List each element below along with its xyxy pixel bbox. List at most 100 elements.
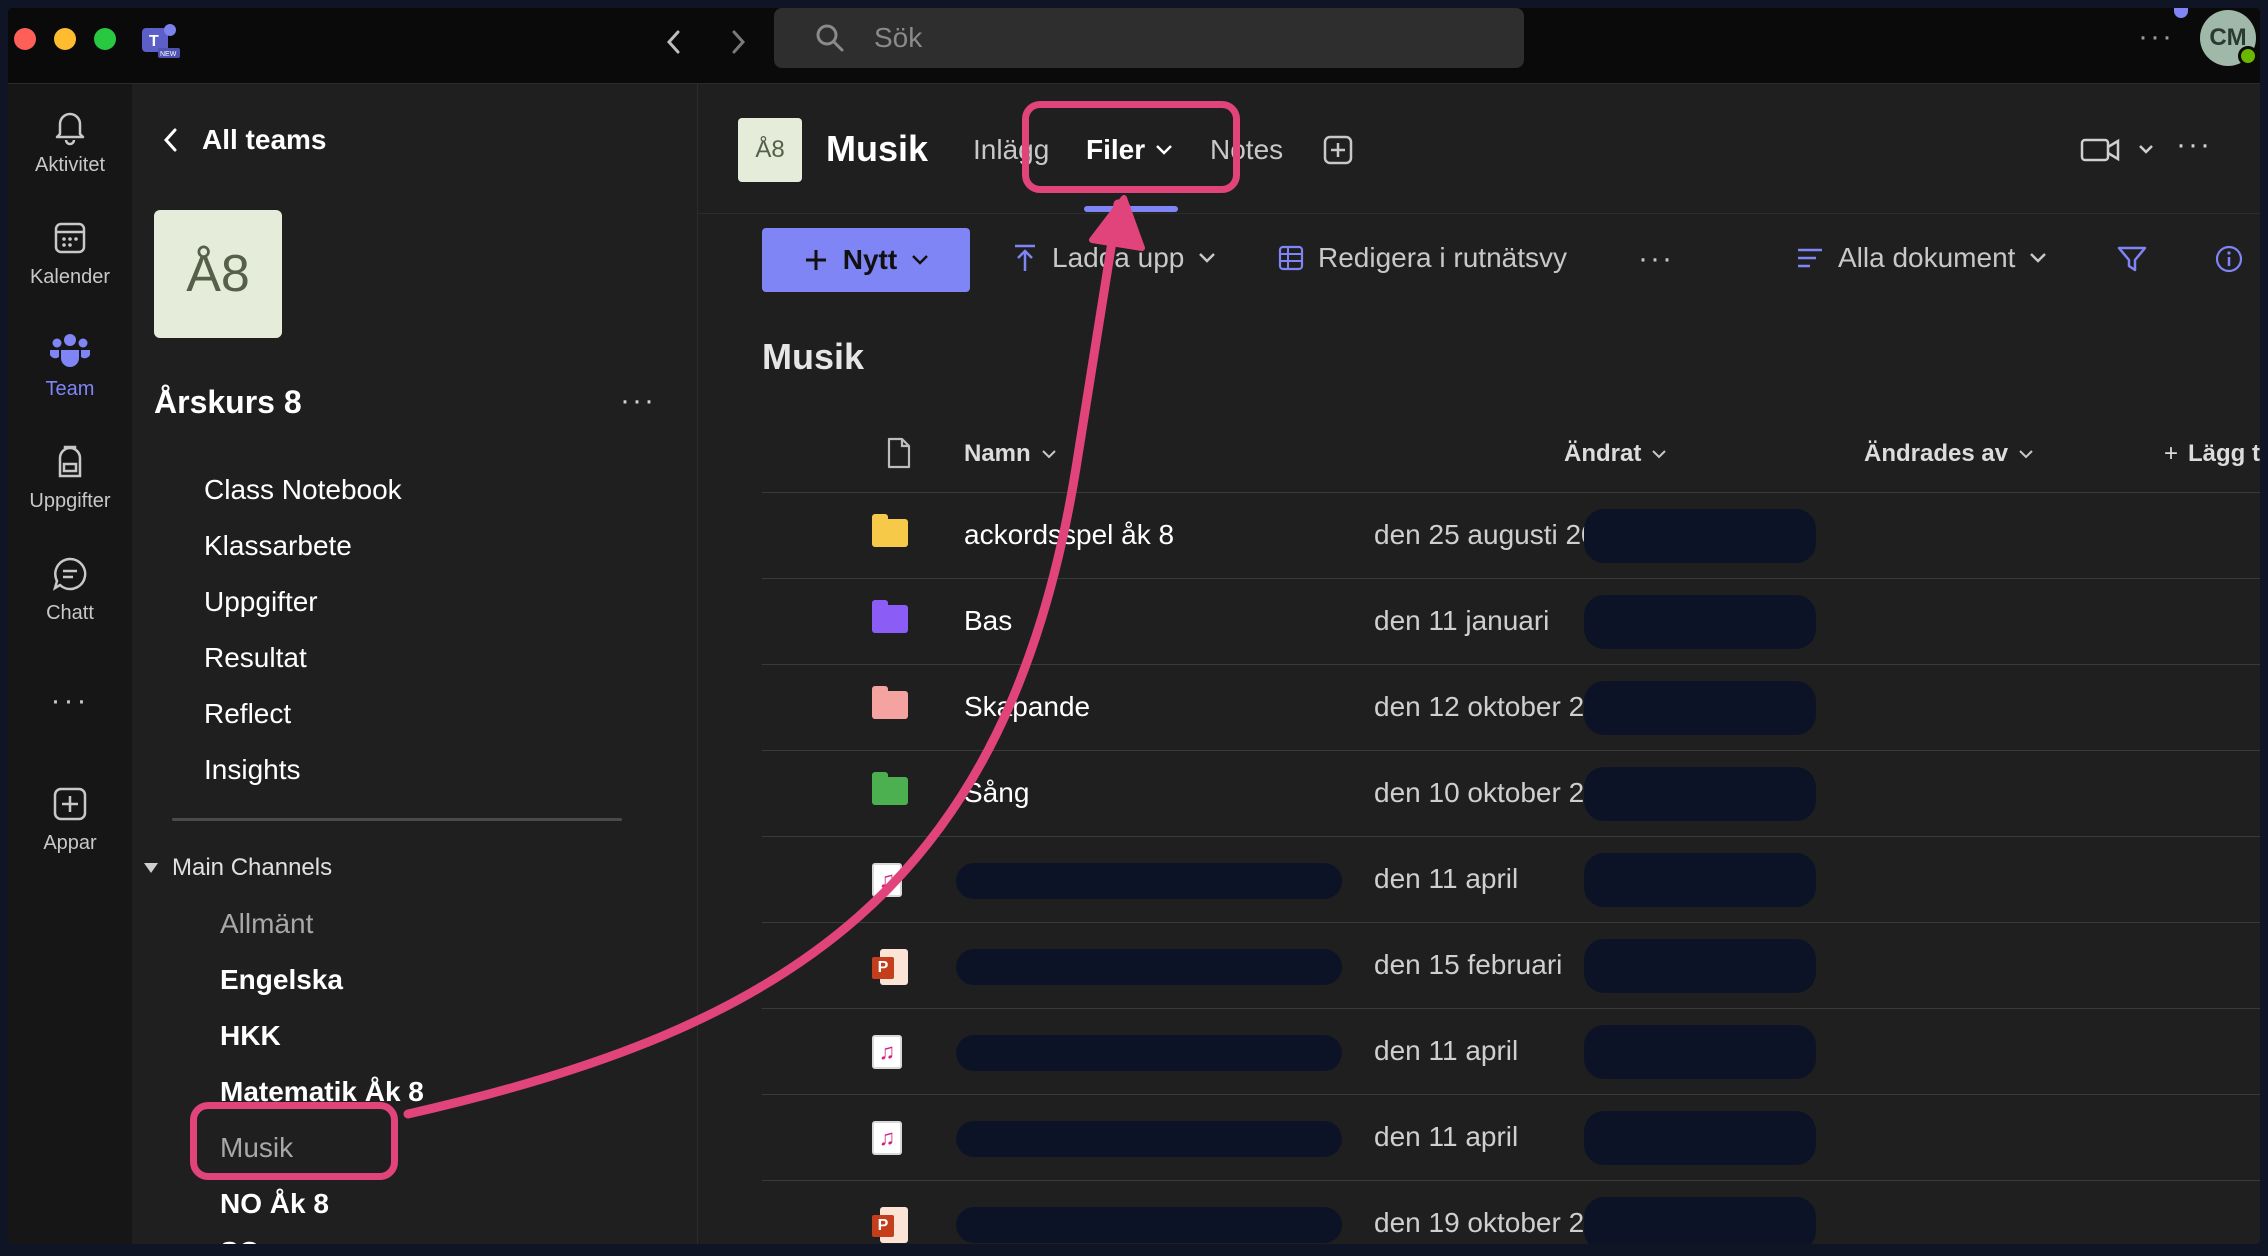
view-selector[interactable]: Alla dokument xyxy=(1796,242,2047,274)
grid-edit-label: Redigera i rutnätsvy xyxy=(1318,242,1568,273)
table-row[interactable]: Sång den 10 oktober 20... xyxy=(762,750,2260,836)
chevron-left-icon xyxy=(163,128,177,152)
bell-icon xyxy=(55,112,85,146)
team-more-icon[interactable]: ··· xyxy=(620,384,656,418)
tab-filer[interactable]: Filer xyxy=(1086,134,1173,166)
channel-hkk[interactable]: HKK xyxy=(220,1020,281,1052)
channels-section-header[interactable]: Main Channels xyxy=(144,854,332,882)
channel-matematik[interactable]: Matematik Åk 8 xyxy=(220,1076,424,1108)
table-row[interactable]: ♫ den 11 april xyxy=(762,1094,2260,1180)
chevron-down-icon xyxy=(2030,253,2047,263)
title-bar: T NEW Sök ··· CM xyxy=(8,8,2260,84)
table-row[interactable]: Pden 15 februari xyxy=(762,922,2260,1008)
redacted-file-name xyxy=(956,1207,1342,1243)
tab-inlagg[interactable]: Inlägg xyxy=(973,134,1049,166)
folder-icon xyxy=(872,686,908,719)
channel-musik[interactable]: Musik xyxy=(220,1132,293,1164)
forward-arrow-icon[interactable] xyxy=(720,24,756,60)
toolbar-more-icon[interactable]: ··· xyxy=(1638,242,1674,276)
channel-engelska[interactable]: Engelska xyxy=(220,964,343,996)
rail-item-chat[interactable]: Chatt xyxy=(8,554,132,625)
file-name[interactable]: Sång xyxy=(964,777,1029,809)
video-call-icon[interactable] xyxy=(2080,136,2160,164)
back-arrow-icon[interactable] xyxy=(656,24,692,60)
add-column-button[interactable]: + Lägg t xyxy=(2164,440,2260,468)
column-modified-label: Ändrat xyxy=(1564,440,1642,467)
audio-file-icon: ♫ xyxy=(872,1121,902,1155)
rail-item-assignments[interactable]: Uppgifter xyxy=(8,442,132,513)
table-row[interactable]: ♫ den 11 april xyxy=(762,836,2260,922)
search-input[interactable]: Sök xyxy=(774,8,1524,68)
view-selector-label: Alla dokument xyxy=(1838,242,2016,273)
file-type-icon xyxy=(887,437,911,469)
divider xyxy=(172,818,622,821)
redacted-modified-by xyxy=(1584,939,1816,993)
upload-label: Ladda upp xyxy=(1052,242,1185,273)
redacted-modified-by xyxy=(1584,595,1816,649)
channel-allmant[interactable]: Allmänt xyxy=(220,908,313,940)
minimize-window-button[interactable] xyxy=(54,28,76,50)
team-pane: All teams Å8 Årskurs 8 ··· Class Noteboo… xyxy=(132,84,698,1244)
file-name[interactable]: ackordsspel åk 8 xyxy=(964,519,1174,551)
column-header-name[interactable]: Namn xyxy=(964,440,1057,468)
file-name[interactable]: Bas xyxy=(964,605,1012,637)
rail-more-icon[interactable]: ··· xyxy=(8,684,132,718)
table-row[interactable]: ♫ den 11 april xyxy=(762,1008,2260,1094)
tab-filer-label: Filer xyxy=(1086,134,1146,165)
table-row[interactable]: Bas den 11 januari xyxy=(762,578,2260,664)
column-modified-by-label: Ändrades av xyxy=(1864,440,2009,467)
team-tab-uppgifter[interactable]: Uppgifter xyxy=(204,586,318,618)
add-tab-icon[interactable] xyxy=(1322,134,1354,166)
powerpoint-file-icon: P xyxy=(872,949,908,985)
team-tab-resultat[interactable]: Resultat xyxy=(204,642,307,674)
maximize-window-button[interactable] xyxy=(94,28,116,50)
file-name[interactable]: Skapande xyxy=(964,691,1090,723)
column-header-modified[interactable]: Ändrat xyxy=(1564,440,1667,468)
upload-button[interactable]: Ladda upp xyxy=(1012,242,1216,274)
add-column-label: Lägg t xyxy=(2188,440,2260,467)
chevron-down-icon xyxy=(1199,253,1216,263)
redacted-modified-by xyxy=(1584,1197,1816,1244)
rail-item-calendar[interactable]: Kalender xyxy=(8,218,132,289)
redacted-file-name xyxy=(956,1035,1342,1071)
grid-icon xyxy=(1278,245,1304,271)
team-avatar: Å8 xyxy=(154,210,282,338)
chevron-down-icon xyxy=(2019,450,2033,459)
grid-edit-button[interactable]: Redigera i rutnätsvy xyxy=(1278,242,1567,274)
folder-icon xyxy=(872,600,908,633)
calendar-icon xyxy=(54,222,86,254)
table-row[interactable]: Pden 19 oktober 20... xyxy=(762,1180,2260,1244)
chat-icon xyxy=(52,557,87,591)
svg-text:NEW: NEW xyxy=(160,51,177,58)
filter-icon[interactable] xyxy=(2116,244,2148,274)
team-tab-klassarbete[interactable]: Klassarbete xyxy=(204,530,352,562)
header-more-icon[interactable]: ··· xyxy=(2176,128,2212,162)
redacted-file-name xyxy=(956,949,1342,985)
channel-avatar: Å8 xyxy=(738,118,802,182)
channel-no[interactable]: NO Åk 8 xyxy=(220,1188,329,1220)
chevron-down-icon xyxy=(1156,145,1173,155)
caret-down-icon xyxy=(144,863,158,873)
team-tab-insights[interactable]: Insights xyxy=(204,754,301,786)
more-options-icon[interactable]: ··· xyxy=(2138,20,2174,54)
rail-label: Kalender xyxy=(29,266,111,288)
chevron-down-icon xyxy=(1041,450,1056,459)
new-button-label: Nytt xyxy=(842,244,898,275)
column-header-modified-by[interactable]: Ändrades av xyxy=(1864,440,2034,468)
team-tab-class-notebook[interactable]: Class Notebook xyxy=(204,474,402,506)
new-button[interactable]: Nytt xyxy=(762,228,970,292)
table-row[interactable]: ackordsspel åk 8 den 25 augusti 20... xyxy=(762,492,2260,578)
tab-notes[interactable]: Notes xyxy=(1210,134,1283,166)
close-window-button[interactable] xyxy=(14,28,36,50)
all-teams-link[interactable]: All teams xyxy=(162,124,327,156)
upload-icon xyxy=(1015,244,1035,271)
info-icon[interactable] xyxy=(2214,244,2244,274)
column-name-label: Namn xyxy=(964,440,1031,467)
rail-item-activity[interactable]: Aktivitet xyxy=(8,106,132,177)
team-tab-reflect[interactable]: Reflect xyxy=(204,698,291,730)
rail-item-team[interactable]: Team xyxy=(8,330,132,401)
rail-item-apps[interactable]: Appar xyxy=(8,784,132,855)
channel-so[interactable]: SO xyxy=(220,1236,260,1244)
table-row[interactable]: Skapande den 12 oktober 20... xyxy=(762,664,2260,750)
redacted-modified-by xyxy=(1584,853,1816,907)
